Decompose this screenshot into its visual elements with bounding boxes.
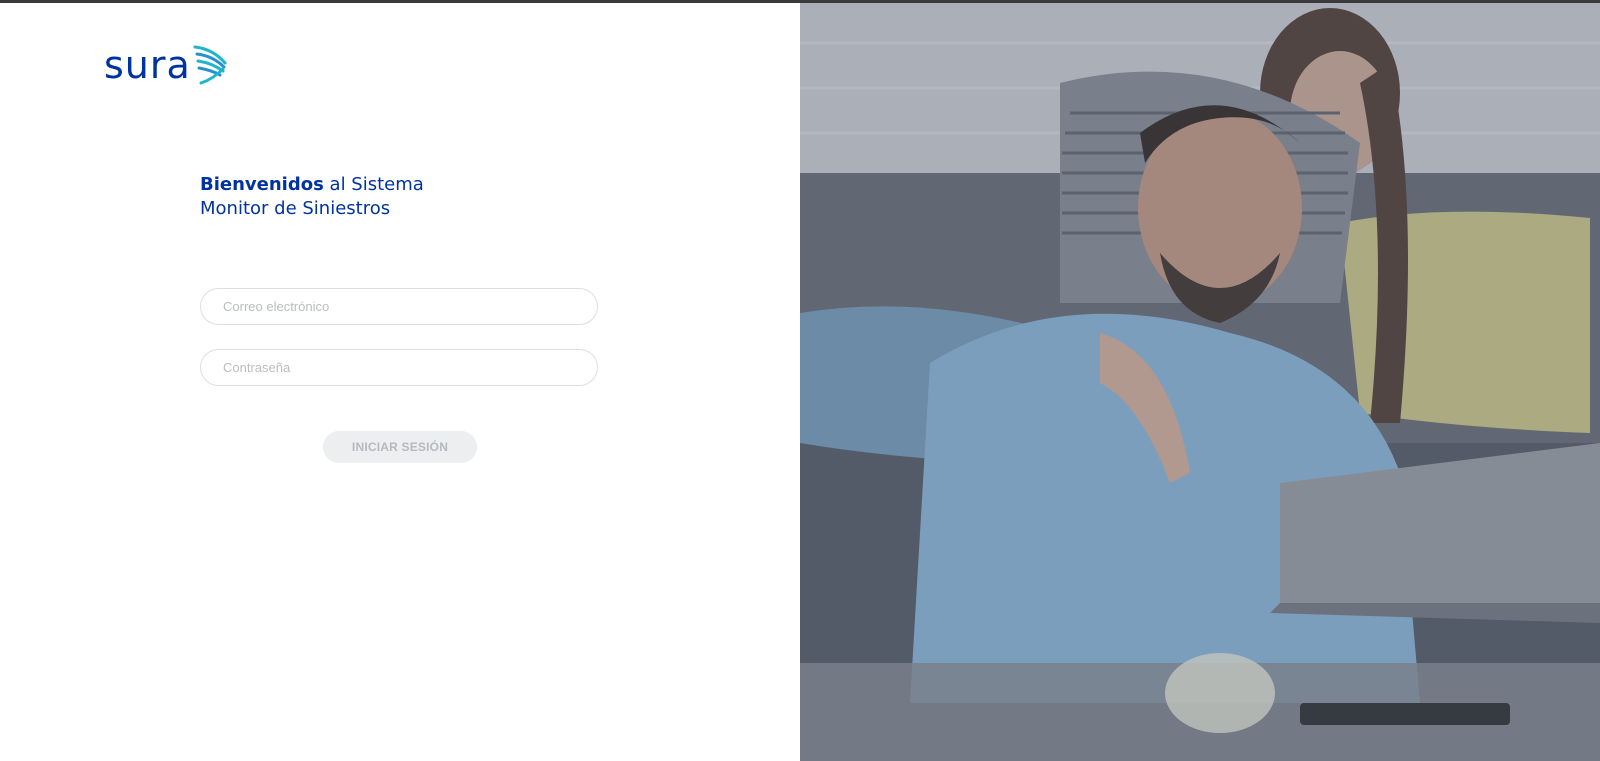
welcome-heading: Bienvenidos al Sistema Monitor de Sinies… (200, 173, 424, 221)
email-field[interactable] (200, 288, 598, 325)
sura-logo: sura (104, 43, 229, 87)
welcome-line-1-rest: al Sistema (323, 174, 424, 195)
welcome-bold: Bienvenidos (200, 174, 324, 195)
welcome-line-1: Bienvenidos al Sistema (200, 173, 424, 197)
wing-icon (193, 45, 227, 85)
welcome-line-2: Monitor de Siniestros (200, 198, 391, 219)
login-button[interactable]: INICIAR SESIÓN (323, 431, 477, 463)
hero-photo (800, 3, 1600, 761)
login-panel: sura Bienvenidos al Sistema Monitor de S… (0, 3, 800, 761)
logo-text: sura (104, 43, 191, 87)
password-field[interactable] (200, 349, 598, 386)
hero-illustration (800, 3, 1600, 761)
